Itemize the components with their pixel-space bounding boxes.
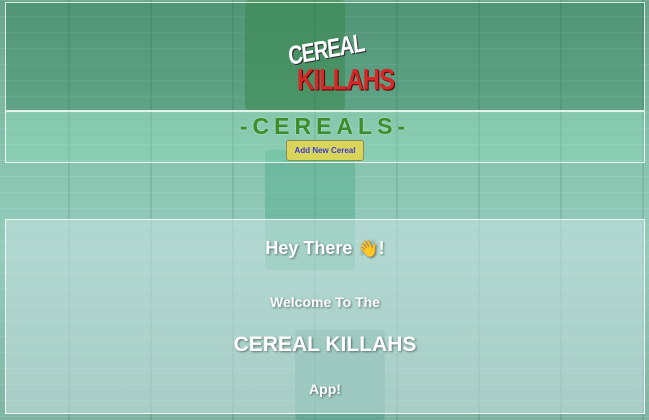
greeting-punctuation: ! bbox=[378, 238, 385, 258]
header: CEREAL KILLAHS bbox=[5, 2, 645, 111]
cereals-heading: -CEREALS- bbox=[239, 113, 411, 139]
add-new-cereal-button[interactable]: Add New Cereal bbox=[286, 140, 364, 161]
app-text: App! bbox=[309, 381, 341, 397]
welcome-panel: Hey There 👋! Welcome To The CEREAL KILLA… bbox=[5, 219, 645, 414]
greeting-heading: Hey There 👋! bbox=[6, 238, 644, 259]
cereals-bar: -CEREALS- Add New Cereal bbox=[5, 111, 645, 163]
logo-text-line2: KILLAHS bbox=[297, 63, 395, 97]
app-name-text: CEREAL KILLAHS bbox=[233, 333, 417, 356]
cereal-killahs-logo: CEREAL KILLAHS bbox=[287, 29, 397, 103]
waving-hand-icon: 👋 bbox=[357, 239, 379, 258]
welcome-text: Welcome To The bbox=[270, 294, 380, 310]
greeting-text: Hey There bbox=[265, 238, 353, 258]
